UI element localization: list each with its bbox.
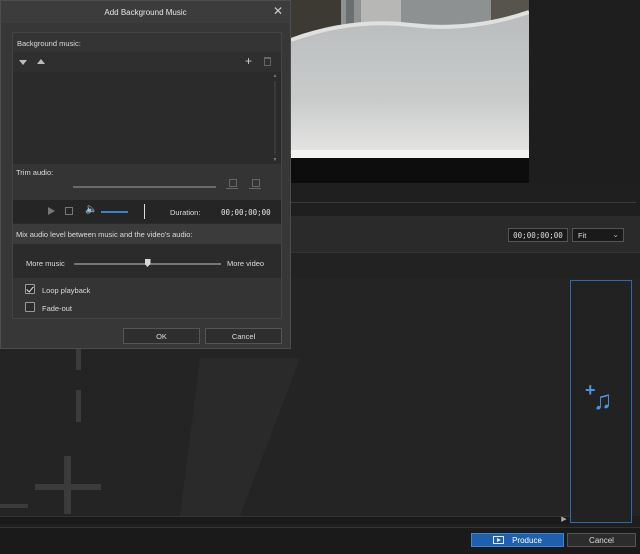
fade-out-checkbox[interactable] (25, 302, 35, 312)
close-icon[interactable]: ✕ (272, 5, 284, 17)
timeline-ruler (291, 252, 640, 278)
scroll-track[interactable] (274, 81, 276, 155)
preview-scrubber[interactable] (291, 202, 636, 203)
produce-button[interactable]: Produce (471, 533, 564, 547)
timeline-scrollbar[interactable] (0, 516, 570, 524)
add-icon[interactable]: + (245, 55, 252, 67)
trim-audio-label: Trim audio: (16, 168, 54, 177)
volume-slider[interactable] (101, 211, 128, 213)
music-list-toolbar (13, 52, 281, 72)
add-background-music-dialog: Add Background Music ✕ Background music:… (0, 0, 291, 349)
duration-value: 00;00;00;00 (221, 208, 271, 217)
scroll-right-icon[interactable]: ▶ (558, 515, 570, 524)
stop-icon[interactable] (65, 207, 73, 215)
loop-playback-label[interactable]: Loop playback (42, 286, 90, 295)
mark-out-icon[interactable] (249, 179, 261, 189)
zoom-fit-value: Fit (578, 230, 587, 240)
background-music-label: Background music: (17, 39, 81, 48)
add-music-track[interactable]: + ♫ (570, 280, 632, 523)
add-music-icon: ♫ (593, 385, 613, 415)
cancel-button[interactable]: Cancel (205, 328, 282, 344)
cancel-main-button[interactable]: Cancel (567, 533, 636, 547)
timecode-display[interactable]: 00;00;00;00 (508, 228, 568, 242)
move-up-icon[interactable] (37, 59, 45, 64)
scroll-up-icon[interactable]: ▲ (271, 73, 279, 79)
loop-playback-checkbox[interactable] (25, 284, 35, 294)
delete-icon[interactable] (264, 57, 271, 66)
music-list-scrollbar[interactable]: ▲ ▼ (271, 73, 279, 163)
preview-photo-graphic (291, 0, 529, 158)
ok-button[interactable]: OK (123, 328, 200, 344)
mix-audio-label: Mix audio level between music and the vi… (16, 230, 193, 239)
volume-icon[interactable]: 🔈 (85, 205, 97, 215)
scroll-down-icon[interactable]: ▼ (271, 157, 279, 163)
mark-in-icon[interactable] (226, 179, 238, 189)
trim-slider[interactable] (73, 186, 216, 188)
play-icon[interactable] (48, 207, 55, 215)
dialog-title: Add Background Music (104, 7, 187, 17)
fade-out-label[interactable]: Fade-out (42, 304, 72, 313)
music-list[interactable] (13, 72, 281, 164)
more-video-label: More video (227, 259, 265, 268)
produce-label: Produce (512, 535, 542, 545)
more-music-label: More music (26, 259, 65, 268)
chevron-down-icon: ⌄ (612, 230, 619, 239)
move-down-icon[interactable] (19, 60, 27, 65)
playback-strip (291, 183, 640, 217)
dialog-panel: Background music: + ▲ ▼ Trim audio: 🔈 Du… (12, 32, 282, 319)
produce-icon (493, 536, 505, 544)
preview-image (291, 0, 529, 158)
zoom-fit-select[interactable]: Fit ⌄ (572, 228, 624, 242)
dialog-titlebar[interactable]: Add Background Music ✕ (1, 1, 290, 23)
duration-label: Duration: (170, 208, 201, 217)
playhead-position[interactable] (144, 204, 145, 219)
